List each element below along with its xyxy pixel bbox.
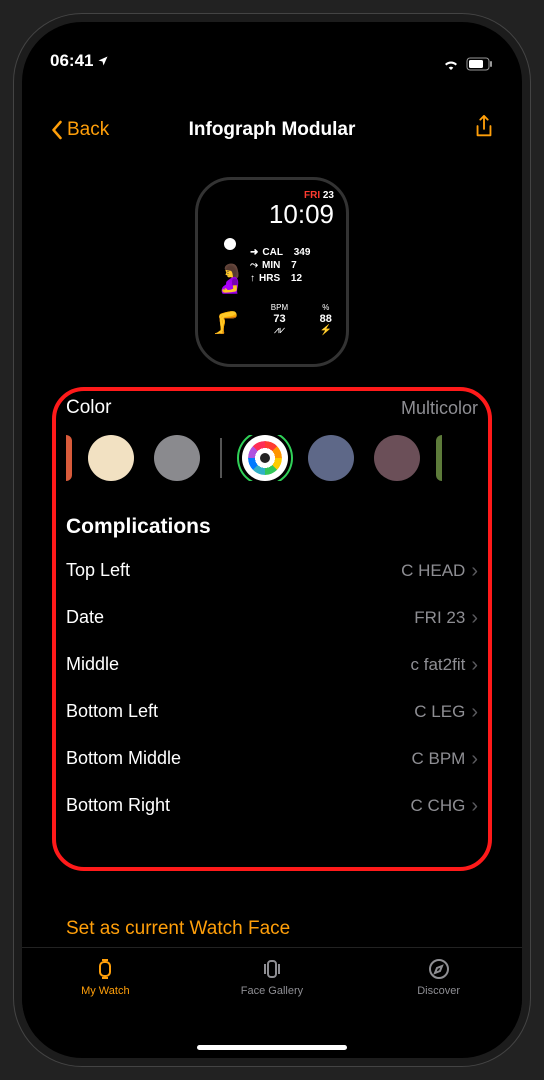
color-swatch-multicolor[interactable]: [242, 435, 288, 481]
swatch-edge-left[interactable]: [66, 435, 72, 481]
chevron-right-icon: ›: [471, 749, 478, 769]
chevron-right-icon: ›: [471, 608, 478, 628]
complication-bottom-right[interactable]: Bottom Right C CHG›: [66, 782, 478, 829]
complication-value: C LEG: [414, 702, 465, 722]
complication-bottom-left[interactable]: Bottom Left C LEG ›: [66, 688, 478, 735]
complication-value: FRI 23: [414, 608, 465, 628]
wifi-icon: [442, 57, 460, 71]
chevron-right-icon: ›: [471, 655, 478, 675]
complication-value: c fat2fit: [411, 655, 466, 675]
wf-time: 10:09: [210, 199, 334, 230]
wf-left-complication: 🤰: [210, 230, 250, 300]
complication-bottom-middle[interactable]: Bottom Middle C BPM ›: [66, 735, 478, 782]
color-label: Color: [66, 397, 111, 419]
complication-label: Middle: [66, 654, 119, 675]
watchface-preview[interactable]: FRI 23 10:09 🤰 ➜ CAL 349 ⤳ MIN 7 ↑ HRS 1…: [195, 177, 349, 367]
complication-date[interactable]: Date FRI 23 ›: [66, 594, 478, 641]
complication-label: Bottom Middle: [66, 748, 181, 769]
complication-label: Bottom Right: [66, 795, 170, 816]
tab-discover[interactable]: Discover: [379, 956, 499, 997]
color-swatch-4[interactable]: [374, 435, 420, 481]
tab-face-gallery[interactable]: Face Gallery: [212, 956, 332, 997]
home-indicator[interactable]: [197, 1045, 347, 1050]
complication-top-left[interactable]: Top Left C HEAD ›: [66, 547, 478, 594]
complication-label: Date: [66, 607, 104, 628]
color-swatch-row[interactable]: [66, 435, 478, 481]
complication-value: C HEAD: [401, 561, 465, 581]
power-button[interactable]: [524, 260, 530, 356]
volume-up-button[interactable]: [14, 245, 20, 307]
complication-value: C CHG: [411, 796, 466, 816]
tab-bar: My Watch Face Gallery Discover: [22, 947, 522, 1036]
compass-icon: [427, 956, 451, 982]
wf-middle-complication: ➜ CAL 349 ⤳ MIN 7 ↑ HRS 12: [250, 230, 334, 300]
nav-header: Back Infograph Modular: [22, 107, 522, 153]
color-swatch-0[interactable]: [88, 435, 134, 481]
complication-middle[interactable]: Middle c fat2fit›: [66, 641, 478, 688]
back-label: Back: [67, 119, 109, 141]
swatch-edge-right[interactable]: [436, 435, 442, 481]
color-swatch-1[interactable]: [154, 435, 200, 481]
chevron-right-icon: ›: [471, 702, 478, 722]
swatch-divider: [220, 438, 222, 478]
color-value: Multicolor: [401, 398, 478, 419]
tab-label: Discover: [417, 985, 460, 997]
back-button[interactable]: Back: [50, 119, 109, 141]
tab-label: My Watch: [81, 985, 130, 997]
complication-label: Top Left: [66, 560, 130, 581]
face-gallery-icon: [260, 956, 284, 982]
volume-down-button[interactable]: [14, 325, 20, 387]
location-icon: [97, 55, 109, 67]
silent-switch[interactable]: [14, 185, 20, 219]
color-swatch-3[interactable]: [308, 435, 354, 481]
phone-frame: 06:41 Back Infograph Modular: [22, 22, 522, 1058]
set-as-current-button[interactable]: Set as current Watch Face: [66, 918, 290, 940]
tab-label: Face Gallery: [241, 985, 303, 997]
status-time: 06:41: [50, 51, 93, 71]
watch-icon: [93, 956, 117, 982]
complication-label: Bottom Left: [66, 701, 158, 722]
wf-bottom-middle: BPM 73 ⩘⩗: [271, 304, 288, 336]
battery-icon: [466, 57, 494, 71]
color-header: Color Multicolor: [66, 397, 478, 419]
wf-bottom-left: 🦵: [212, 310, 239, 336]
complication-value: C BPM: [411, 749, 465, 769]
chevron-right-icon: ›: [471, 561, 478, 581]
complications-title: Complications: [66, 515, 478, 539]
tab-my-watch[interactable]: My Watch: [45, 956, 165, 997]
share-button[interactable]: [474, 115, 494, 145]
wf-bottom-right: % 88 ⚡: [320, 304, 332, 336]
notch: [172, 22, 372, 50]
chevron-right-icon: ›: [471, 796, 478, 816]
